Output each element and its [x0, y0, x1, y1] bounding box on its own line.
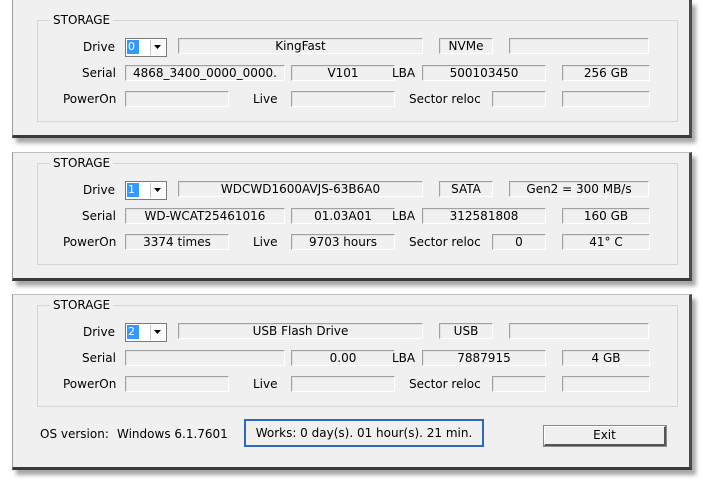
serial-field: 4868_3400_0000_0000. — [125, 65, 285, 81]
speed-field — [509, 38, 649, 54]
firmware-field: V101 — [291, 65, 395, 81]
firmware-field: 0.00 — [291, 350, 395, 366]
serial-label: Serial — [82, 66, 116, 80]
poweron-label: PowerOn — [63, 92, 117, 106]
capacity-field: 256 GB — [562, 65, 650, 81]
drive-label: Drive — [83, 40, 115, 54]
works-uptime-box: Works: 0 day(s). 01 hour(s). 21 min. — [244, 419, 484, 447]
sector-reloc-field: 0 — [492, 234, 546, 250]
group-title: STORAGE — [50, 298, 114, 312]
os-version-label: OS version: — [40, 427, 109, 441]
sector-reloc-label: Sector reloc — [409, 92, 481, 106]
chevron-down-icon[interactable] — [150, 40, 165, 55]
group-title: STORAGE — [50, 13, 114, 27]
drive-label: Drive — [83, 325, 115, 339]
sector-reloc-field — [492, 376, 546, 392]
firmware-field: 01.03A01 — [291, 208, 395, 224]
temperature-field: 41° C — [562, 234, 650, 250]
poweron-field — [125, 376, 229, 392]
sector-reloc-label: Sector reloc — [409, 235, 481, 249]
drive-select-value: 1 — [127, 183, 139, 197]
temperature-field — [562, 376, 650, 392]
sector-reloc-field — [492, 91, 546, 107]
capacity-field: 4 GB — [562, 350, 650, 366]
chevron-down-icon[interactable] — [150, 183, 165, 198]
poweron-field: 3374 times — [125, 234, 229, 250]
interface-field: NVMe — [439, 38, 493, 54]
storage-window-2: STORAGE Drive 1 WDCWD1600AVJS-63B6A0 SAT… — [12, 152, 692, 281]
lba-field: 500103450 — [422, 65, 546, 81]
sector-reloc-label: Sector reloc — [409, 377, 481, 391]
live-label: Live — [253, 92, 278, 106]
interface-field: USB — [439, 323, 493, 339]
model-field: USB Flash Drive — [178, 323, 423, 339]
serial-label: Serial — [82, 351, 116, 365]
lba-field: 7887915 — [422, 350, 546, 366]
os-version-value: Windows 6.1.7601 — [117, 427, 228, 441]
drive-select[interactable]: 2 — [125, 323, 167, 342]
live-field: 9703 hours — [291, 234, 395, 250]
interface-field: SATA — [439, 181, 493, 197]
capacity-field: 160 GB — [562, 208, 650, 224]
drive-label: Drive — [83, 183, 115, 197]
drive-select[interactable]: 0 — [125, 38, 167, 57]
chevron-down-icon[interactable] — [150, 325, 165, 340]
storage-window-1: STORAGE Drive 0 KingFast NVMe Serial 486… — [12, 0, 692, 138]
serial-label: Serial — [82, 209, 116, 223]
drive-select-value: 0 — [127, 40, 139, 54]
live-label: Live — [253, 377, 278, 391]
speed-field: Gen2 = 300 MB/s — [509, 181, 649, 197]
serial-field — [125, 350, 285, 366]
drive-select[interactable]: 1 — [125, 181, 167, 200]
lba-label: LBA — [392, 351, 416, 365]
live-label: Live — [253, 235, 278, 249]
model-field: KingFast — [178, 38, 423, 54]
lba-field: 312581808 — [422, 208, 546, 224]
drive-select-value: 2 — [127, 325, 139, 339]
model-field: WDCWD1600AVJS-63B6A0 — [178, 181, 423, 197]
poweron-label: PowerOn — [63, 377, 117, 391]
live-field — [291, 91, 395, 107]
poweron-label: PowerOn — [63, 235, 117, 249]
lba-label: LBA — [392, 66, 416, 80]
live-field — [291, 376, 395, 392]
speed-field — [509, 323, 649, 339]
lba-label: LBA — [392, 209, 416, 223]
serial-field: WD-WCAT25461016 — [125, 208, 285, 224]
group-title: STORAGE — [50, 156, 114, 170]
exit-button[interactable]: Exit — [543, 425, 667, 447]
temperature-field — [562, 91, 650, 107]
poweron-field — [125, 91, 229, 107]
